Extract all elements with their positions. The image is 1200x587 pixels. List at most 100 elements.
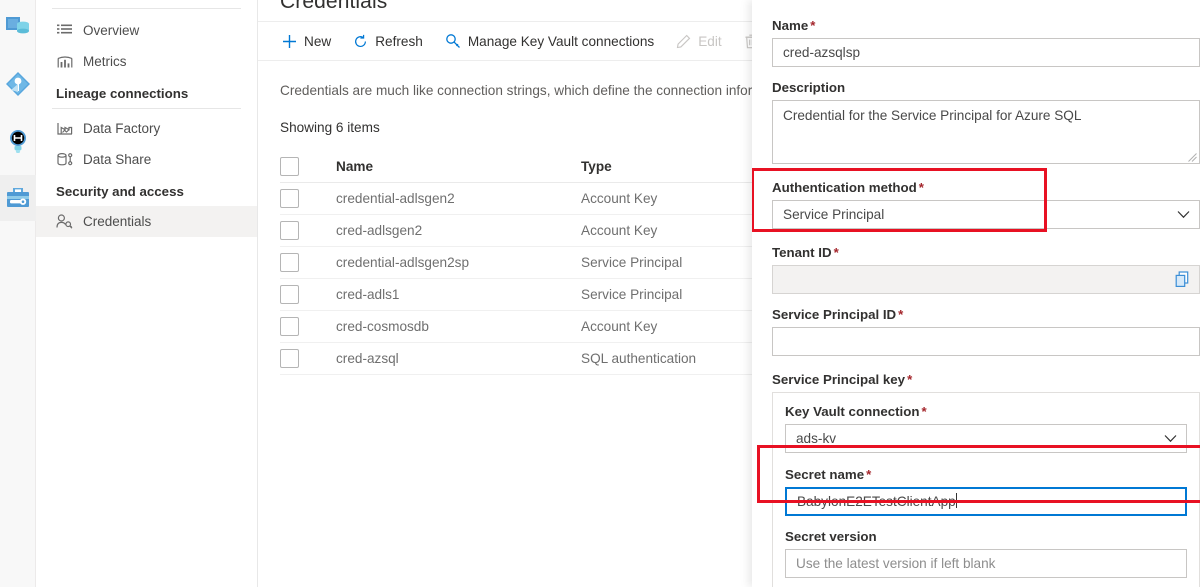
rail-item-insights[interactable]	[0, 118, 36, 164]
app-root: Overview M	[0, 0, 1200, 587]
resize-grip-icon[interactable]	[1188, 153, 1197, 162]
nav-divider-top	[52, 8, 241, 9]
rail-item-management[interactable]	[0, 175, 36, 221]
credential-edit-panel: Name* cred-azsqlsp Description Credentia…	[752, 0, 1200, 587]
row-checkbox[interactable]	[280, 285, 299, 304]
cell-type: Account Key	[581, 223, 657, 238]
new-button-label: New	[304, 34, 331, 49]
new-button[interactable]: New	[272, 25, 341, 57]
sidebar-item-data-factory[interactable]: Data Factory	[36, 113, 257, 144]
tenant-id-field-group: Tenant ID*	[772, 245, 1200, 294]
sidebar-item-overview-label: Overview	[83, 23, 139, 38]
cell-name: cred-cosmosdb	[336, 319, 581, 334]
name-label-text: Name	[772, 18, 808, 33]
auth-method-label: Authentication method*	[772, 180, 1200, 195]
sidebar-item-data-share[interactable]: Data Share	[36, 144, 257, 175]
key-vault-group-box: Key Vault connection* ads-kv Secret name…	[772, 392, 1200, 587]
required-asterisk: *	[810, 18, 815, 33]
service-principal-key-group: Service Principal key* Key Vault connect…	[772, 372, 1200, 587]
data-share-icon	[56, 151, 73, 168]
auth-method-field-group: Authentication method* Service Principal	[772, 180, 1200, 229]
left-icon-rail	[0, 0, 36, 587]
cell-type: Account Key	[581, 191, 657, 206]
description-textarea[interactable]: Credential for the Service Principal for…	[772, 100, 1200, 164]
key-vault-select-wrap: ads-kv	[785, 424, 1187, 453]
chevron-down-icon	[1164, 424, 1177, 453]
cell-type: SQL authentication	[581, 351, 696, 366]
secret-name-input[interactable]: BabylonE2ETestClientApp	[785, 487, 1187, 516]
select-all-checkbox[interactable]	[280, 157, 299, 176]
nav-group-security: Security and access	[36, 175, 257, 206]
description-field-group: Description Credential for the Service P…	[772, 80, 1200, 164]
cell-name: credential-adlsgen2	[336, 191, 581, 206]
rail-item-data-catalog[interactable]	[0, 4, 36, 50]
row-select-cell[interactable]	[280, 189, 336, 208]
rail-item-data-map[interactable]	[0, 61, 36, 107]
name-input[interactable]: cred-azsqlsp	[772, 38, 1200, 67]
required-asterisk: *	[898, 307, 903, 322]
row-checkbox[interactable]	[280, 253, 299, 272]
service-principal-key-label: Service Principal key*	[772, 372, 1200, 387]
data-map-icon	[5, 71, 31, 97]
spkey-label-text: Service Principal key	[772, 372, 905, 387]
required-asterisk: *	[919, 180, 924, 195]
cell-name: cred-azsql	[336, 351, 581, 366]
name-field-group: Name* cred-azsqlsp	[772, 18, 1200, 67]
tenant-id-wrap	[772, 265, 1200, 294]
row-select-cell[interactable]	[280, 317, 336, 336]
row-select-cell[interactable]	[280, 285, 336, 304]
row-select-cell[interactable]	[280, 221, 336, 240]
required-asterisk: *	[907, 372, 912, 387]
factory-icon	[56, 120, 73, 137]
row-checkbox[interactable]	[280, 349, 299, 368]
cell-name: cred-adlsgen2	[336, 223, 581, 238]
secret-version-label: Secret version	[785, 529, 1187, 544]
sidebar-item-data-factory-label: Data Factory	[83, 121, 160, 136]
key-vault-connection-select[interactable]: ads-kv	[785, 424, 1187, 453]
cell-type: Service Principal	[581, 255, 682, 270]
row-select-cell[interactable]	[280, 253, 336, 272]
tenant-id-label: Tenant ID*	[772, 245, 1200, 260]
required-asterisk: *	[921, 404, 926, 419]
row-checkbox[interactable]	[280, 221, 299, 240]
refresh-icon	[353, 34, 368, 49]
sidebar-item-credentials-label: Credentials	[83, 214, 151, 229]
secret-name-label: Secret name*	[785, 467, 1187, 482]
secret-version-field-group: Secret version Use the latest version if…	[785, 529, 1187, 578]
spid-label-text: Service Principal ID	[772, 307, 896, 322]
sidebar-item-credentials[interactable]: Credentials	[36, 206, 257, 237]
secret-name-value: BabylonE2ETestClientApp	[797, 494, 956, 509]
row-select-cell[interactable]	[280, 349, 336, 368]
key-vault-connection-label: Key Vault connection*	[785, 404, 1187, 419]
auth-method-select[interactable]: Service Principal	[772, 200, 1200, 229]
list-icon	[56, 22, 73, 39]
row-checkbox[interactable]	[280, 317, 299, 336]
row-checkbox[interactable]	[280, 189, 299, 208]
description-label: Description	[772, 80, 1200, 95]
service-principal-id-input[interactable]	[772, 327, 1200, 356]
refresh-button-label: Refresh	[375, 34, 423, 49]
sidebar-item-metrics[interactable]: Metrics	[36, 46, 257, 77]
manage-key-vault-connections-button[interactable]: Manage Key Vault connections	[435, 25, 664, 57]
plus-icon	[282, 34, 297, 49]
insights-icon	[6, 128, 30, 154]
key-vault-connection-field-group: Key Vault connection* ads-kv	[785, 404, 1187, 453]
data-catalog-icon	[5, 15, 31, 39]
tenant-id-input	[772, 265, 1200, 294]
auth-method-select-wrap: Service Principal	[772, 200, 1200, 229]
secret-version-input[interactable]: Use the latest version if left blank	[785, 549, 1187, 578]
service-principal-id-field-group: Service Principal ID*	[772, 307, 1200, 356]
sidebar-item-overview[interactable]: Overview	[36, 15, 257, 46]
sidebar-item-data-share-label: Data Share	[83, 152, 151, 167]
select-all-cell[interactable]	[280, 157, 336, 176]
person-key-icon	[56, 213, 73, 230]
nav-group-lineage: Lineage connections	[36, 77, 257, 108]
tenant-id-label-text: Tenant ID	[772, 245, 832, 260]
refresh-button[interactable]: Refresh	[343, 25, 433, 57]
copy-icon[interactable]	[1175, 271, 1191, 293]
pencil-icon	[676, 34, 691, 49]
required-asterisk: *	[834, 245, 839, 260]
required-asterisk: *	[866, 467, 871, 482]
name-label: Name*	[772, 18, 1200, 33]
chevron-down-icon	[1177, 200, 1190, 229]
